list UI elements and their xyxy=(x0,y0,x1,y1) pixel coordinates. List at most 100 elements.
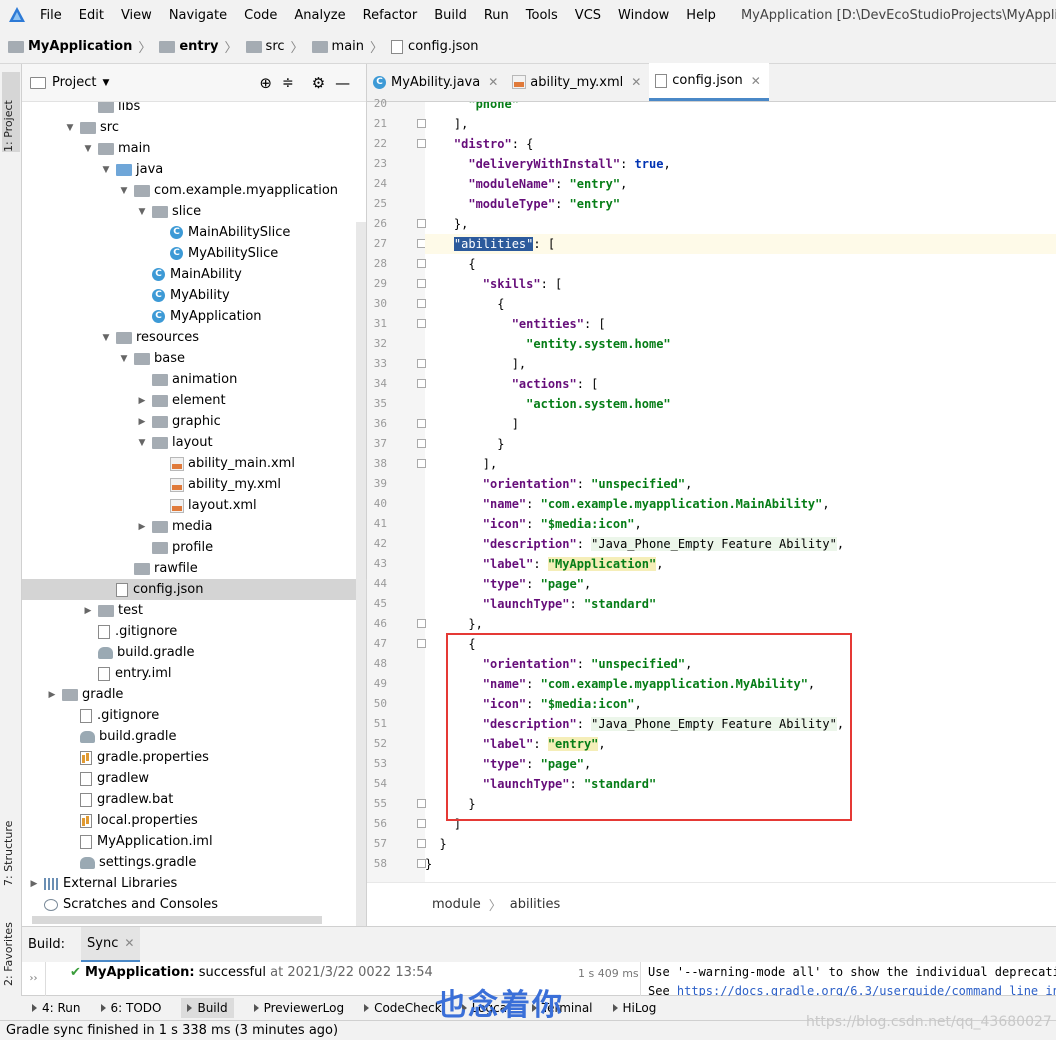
tree-item[interactable]: C MyAbility xyxy=(22,285,367,306)
tree-item[interactable]: ▶ test xyxy=(22,600,367,621)
tree-item[interactable]: C MainAbilitySlice xyxy=(22,222,367,243)
tree-item[interactable]: gradlew.bat xyxy=(22,789,367,810)
tree-item[interactable]: ▼ layout xyxy=(22,432,367,453)
tree-item[interactable]: MyApplication.iml xyxy=(22,831,367,852)
chevron-right-icon[interactable]: ▶ xyxy=(136,417,148,427)
menu-navigate[interactable]: Navigate xyxy=(169,8,227,23)
tree-item[interactable]: settings.gradle xyxy=(22,852,367,873)
tree-item[interactable]: ▶ graphic xyxy=(22,411,367,432)
tree-item[interactable]: ▼ src xyxy=(22,117,367,138)
chevron-down-icon[interactable]: ▼ xyxy=(136,207,148,217)
menu-analyze[interactable]: Analyze xyxy=(294,8,345,23)
tree-item[interactable]: build.gradle xyxy=(22,642,367,663)
tree-item[interactable]: ▼ resources xyxy=(22,327,367,348)
chevron-right-icon[interactable]: ▶ xyxy=(46,690,58,700)
sync-tab[interactable]: Sync ✕ xyxy=(81,926,141,963)
crumb-project[interactable]: MyApplication 〉 xyxy=(8,37,151,56)
tree-item[interactable]: C MyApplication xyxy=(22,306,367,327)
tree-item[interactable]: ability_my.xml xyxy=(22,474,367,495)
menu-file[interactable]: File xyxy=(40,8,62,23)
tree-item[interactable]: ▶ media xyxy=(22,516,367,537)
menu-tools[interactable]: Tools xyxy=(526,8,558,23)
build-result[interactable]: ✔ MyApplication: successful at 2021/3/22… xyxy=(70,965,433,980)
project-tool-tab[interactable]: 1: Project xyxy=(2,72,20,152)
collapse-all-icon[interactable]: ≑ xyxy=(282,75,294,91)
chevron-right-icon[interactable]: ▶ xyxy=(136,522,148,532)
tool-todo[interactable]: 6: TODO xyxy=(100,1001,161,1015)
tree-item[interactable]: animation xyxy=(22,369,367,390)
menu-run[interactable]: Run xyxy=(484,8,509,23)
docs-link[interactable]: https://docs.gradle.org/6.3/userguide/co… xyxy=(677,984,1056,996)
chevron-down-icon[interactable]: ▼ xyxy=(100,333,112,343)
tree-item[interactable]: ▼ com.example.myapplication xyxy=(22,180,367,201)
crumb-module[interactable]: entry 〉 xyxy=(159,37,238,56)
tree-item[interactable]: entry.iml xyxy=(22,663,367,684)
menu-view[interactable]: View xyxy=(121,8,152,23)
chevron-right-icon[interactable]: ▶ xyxy=(82,606,94,616)
tool-build[interactable]: Build xyxy=(181,998,234,1018)
menu-build[interactable]: Build xyxy=(434,8,467,23)
chevron-down-icon[interactable]: ▼ xyxy=(64,123,76,133)
chevron-down-icon[interactable]: ▼ xyxy=(118,354,130,364)
editor-crumb-module[interactable]: module xyxy=(432,897,481,912)
hide-icon[interactable]: — xyxy=(335,74,350,92)
tree-item[interactable]: C MyAbilitySlice xyxy=(22,243,367,264)
editor-tab[interactable]: config.json ✕ xyxy=(649,63,769,101)
tree-item[interactable]: Scratches and Consoles xyxy=(22,894,367,915)
chevron-down-icon[interactable]: ▼ xyxy=(82,144,94,154)
chevron-right-icon[interactable]: ▶ xyxy=(136,396,148,406)
chevron-down-icon[interactable]: ▼ xyxy=(102,78,109,88)
structure-tool-tab[interactable]: 7: Structure xyxy=(2,806,15,886)
tree-item[interactable]: libs xyxy=(22,102,367,117)
tree-item[interactable]: ▼ java xyxy=(22,159,367,180)
tree-item[interactable]: ▶ gradle xyxy=(22,684,367,705)
tree-item[interactable]: build.gradle xyxy=(22,726,367,747)
favorites-tool-tab[interactable]: 2: Favorites xyxy=(2,906,15,986)
locate-icon[interactable]: ⊕ xyxy=(259,74,272,92)
close-icon[interactable]: ✕ xyxy=(751,74,761,88)
tool-run[interactable]: 4: Run xyxy=(32,1001,81,1015)
gear-icon[interactable]: ⚙ xyxy=(312,74,325,92)
crumb-main[interactable]: main 〉 xyxy=(311,37,383,56)
crumb-file[interactable]: config.json xyxy=(391,39,479,54)
close-icon[interactable]: ✕ xyxy=(488,75,498,89)
menu-window[interactable]: Window xyxy=(618,8,669,23)
editor-tab[interactable]: ability_my.xml ✕ xyxy=(506,63,649,101)
crumb-src[interactable]: src 〉 xyxy=(245,37,304,56)
tree-item[interactable]: local.properties xyxy=(22,810,367,831)
project-tree-scrollbar[interactable] xyxy=(356,222,366,926)
project-view-selector[interactable]: Project xyxy=(52,75,96,90)
close-icon[interactable]: ✕ xyxy=(124,936,134,950)
tree-item[interactable]: rawfile xyxy=(22,558,367,579)
menu-vcs[interactable]: VCS xyxy=(575,8,601,23)
chevron-down-icon[interactable]: ▼ xyxy=(100,165,112,175)
close-icon[interactable]: ✕ xyxy=(631,75,641,89)
menu-help[interactable]: Help xyxy=(686,8,716,23)
tree-item[interactable]: .gitignore xyxy=(22,705,367,726)
tree-item[interactable]: layout.xml xyxy=(22,495,367,516)
tree-item[interactable]: C MainAbility xyxy=(22,264,367,285)
menu-edit[interactable]: Edit xyxy=(79,8,104,23)
tree-item[interactable]: ▼ main xyxy=(22,138,367,159)
tree-item[interactable]: ▼ base xyxy=(22,348,367,369)
menu-code[interactable]: Code xyxy=(244,8,277,23)
tool-hilog[interactable]: HiLog xyxy=(612,1001,656,1015)
tree-item[interactable]: ▶ External Libraries xyxy=(22,873,367,894)
tree-item[interactable]: gradlew xyxy=(22,768,367,789)
editor-tab[interactable]: C MyAbility.java ✕ xyxy=(367,63,506,101)
menu-refactor[interactable]: Refactor xyxy=(363,8,418,23)
tree-item[interactable]: ▼ slice xyxy=(22,201,367,222)
tool-code-check[interactable]: CodeCheck xyxy=(364,1001,442,1015)
expand-icon[interactable]: ›› xyxy=(22,962,46,996)
chevron-down-icon[interactable]: ▼ xyxy=(118,186,130,196)
editor-crumb-abilities[interactable]: abilities xyxy=(510,897,561,912)
tree-item[interactable]: profile xyxy=(22,537,367,558)
tree-item[interactable]: gradle.properties xyxy=(22,747,367,768)
tool-previewer-log[interactable]: PreviewerLog xyxy=(253,1001,344,1015)
tree-item[interactable]: config.json xyxy=(22,579,367,600)
chevron-down-icon[interactable]: ▼ xyxy=(136,438,148,448)
project-tree-hscrollbar[interactable] xyxy=(32,916,322,924)
chevron-right-icon[interactable]: ▶ xyxy=(28,879,40,889)
tree-item[interactable]: ability_main.xml xyxy=(22,453,367,474)
tree-item[interactable]: .gitignore xyxy=(22,621,367,642)
